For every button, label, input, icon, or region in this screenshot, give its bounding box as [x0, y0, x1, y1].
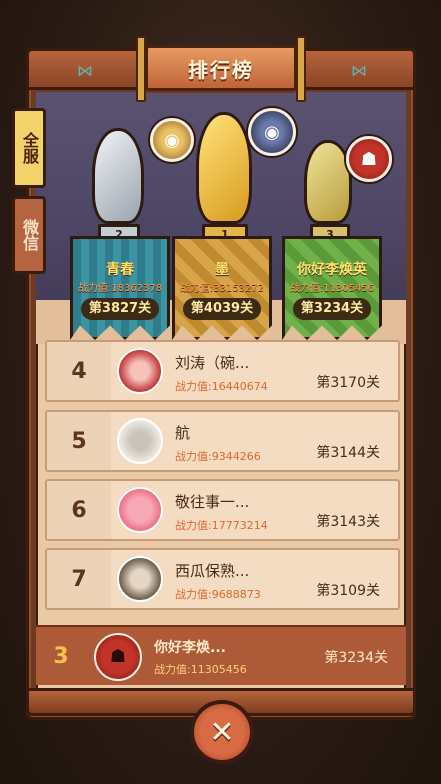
close-icon: ✕	[209, 714, 235, 750]
player-level: 第3144关	[316, 445, 380, 461]
rank-number: 6	[47, 481, 111, 539]
player-name: 你好李焕...	[154, 640, 226, 656]
rank-number: 5	[47, 412, 111, 470]
tab-all-server[interactable]: 全服	[12, 108, 46, 188]
avatar	[117, 487, 163, 533]
player-power: 战力值:18362378	[77, 283, 163, 294]
avatar[interactable]: ◉	[150, 118, 194, 162]
player-level: 第3234关	[293, 298, 371, 320]
player-power: 战力值:16440674	[175, 380, 268, 393]
player-name: 西瓜保熟...	[175, 562, 250, 580]
player-name: 刘涛（碗...	[175, 354, 250, 372]
player-power: 战力值:11305456	[289, 283, 375, 294]
tab-label: 微信	[20, 219, 39, 251]
rank-number: 4	[47, 342, 111, 400]
player-power: 战力值:33153272	[179, 283, 265, 294]
page-title: 排行榜	[188, 57, 254, 82]
avatar[interactable]: ☗	[346, 136, 392, 182]
tab-wechat[interactable]: 微信	[12, 196, 46, 274]
rank-number: 3	[53, 643, 69, 669]
podium-banner-second[interactable]: 青春 战力值:18362378 第3827关	[70, 236, 170, 340]
podium-banner-third[interactable]: 你好李焕英 战力值:11305456 第3234关	[282, 236, 382, 340]
fish-icon: ⋈	[351, 61, 367, 80]
podium-banner-first[interactable]: 墨 战力值:33153272 第4039关	[172, 236, 272, 340]
player-power: 战力值:11305456	[154, 663, 247, 676]
silver-fish-trophy-icon	[92, 128, 144, 224]
title-plate: 排行榜	[136, 36, 306, 102]
player-level: 第3109关	[316, 583, 380, 599]
player-name: 航	[175, 424, 191, 442]
fish-icon: ⋈	[77, 61, 93, 80]
tab-label: 全服	[20, 132, 39, 164]
close-button[interactable]: ✕	[190, 700, 254, 764]
list-item[interactable]: 5 航 战力值:9344266 第3144关	[45, 410, 400, 472]
player-power: 战力值:17773214	[175, 519, 268, 532]
player-power: 战力值:9688873	[175, 588, 261, 601]
player-power: 战力值:9344266	[175, 450, 261, 463]
avatar	[117, 418, 163, 464]
list-item[interactable]: 6 敬往事一... 战力值:17773214 第3143关	[45, 479, 400, 541]
avatar: ☗	[94, 633, 142, 681]
player-name: 你好李焕英	[297, 262, 367, 278]
player-name: 墨	[215, 262, 229, 278]
player-name: 青春	[106, 262, 134, 278]
avatar	[117, 348, 163, 394]
my-rank-row[interactable]: 3 ☗ 你好李焕... 战力值:11305456 第3234关	[36, 625, 406, 685]
gold-fish-trophy-icon	[196, 112, 252, 224]
player-level: 第3234关	[324, 650, 388, 666]
list-item[interactable]: 7 西瓜保熟... 战力值:9688873 第3109关	[45, 548, 400, 610]
player-name: 敬往事一...	[175, 493, 250, 511]
bronze-fish-trophy-icon	[304, 140, 352, 224]
avatar	[117, 556, 163, 602]
player-level: 第3827关	[81, 298, 159, 320]
list-item[interactable]: 4 刘涛（碗... 战力值:16440674 第3170关	[45, 340, 400, 402]
player-level: 第4039关	[183, 298, 261, 320]
player-level: 第3170关	[316, 375, 380, 391]
avatar[interactable]: ◉	[248, 108, 296, 156]
rank-number: 7	[47, 550, 111, 608]
player-level: 第3143关	[316, 514, 380, 530]
